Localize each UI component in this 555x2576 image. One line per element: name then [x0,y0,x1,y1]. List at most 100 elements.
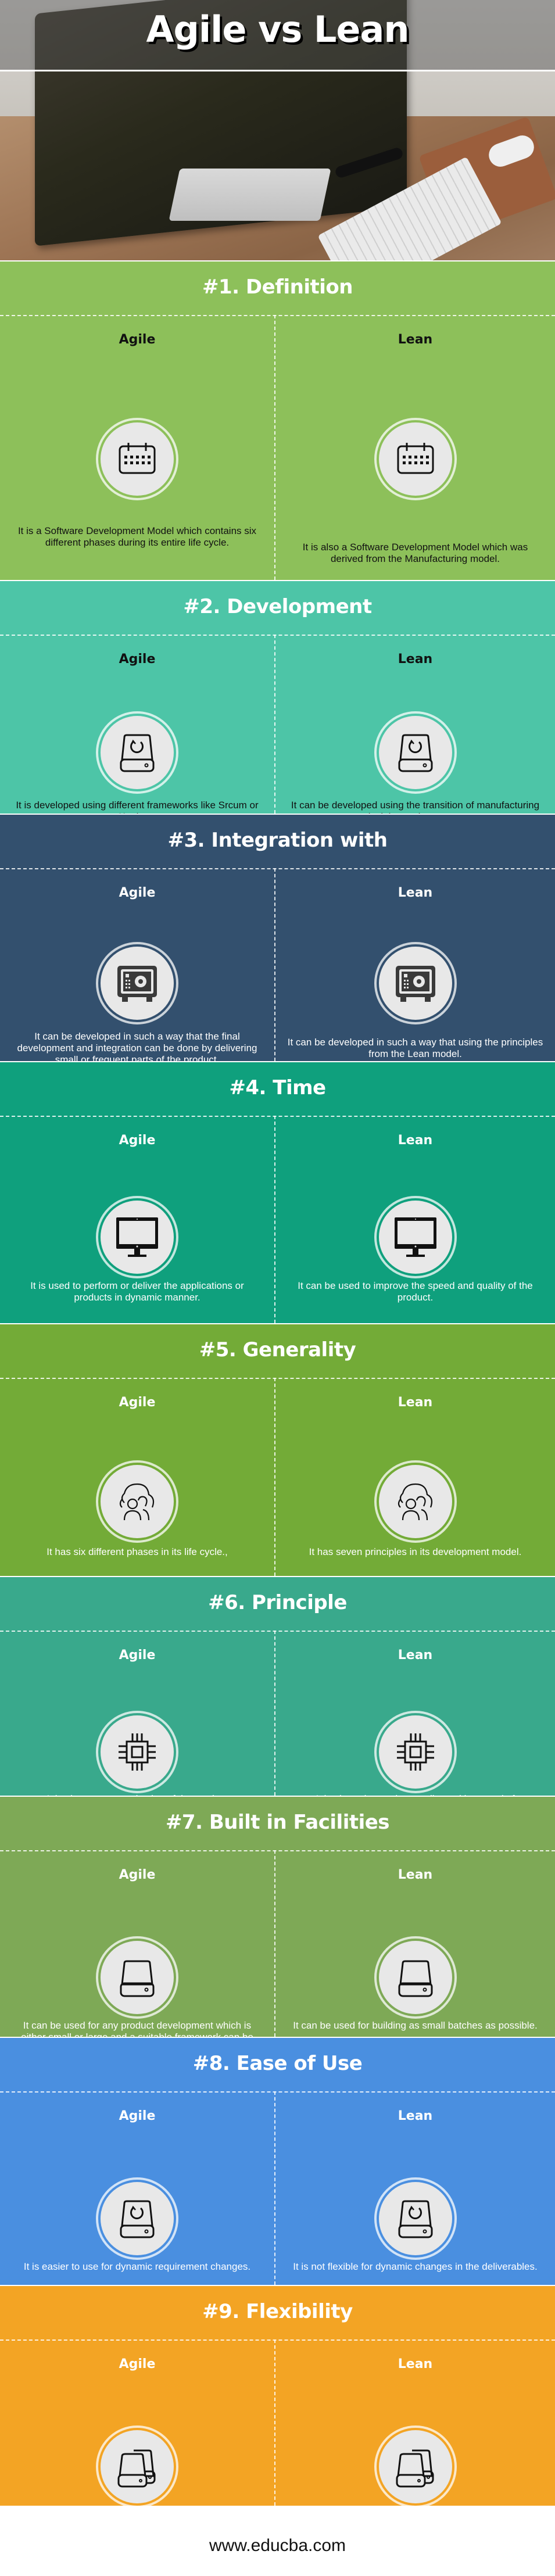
comparison-section-1: #1. Definition Agile It is a Software De… [0,260,555,580]
lean-label: Lean [398,652,433,667]
lean-icon-badge [374,1711,457,1793]
agile-label: Agile [119,332,156,347]
monitor-icon [394,1217,436,1257]
agile-description: It supports flexibility in different fra… [26,2509,248,2520]
hard-drive-icon [398,1960,432,1997]
agile-label: Agile [119,2109,156,2123]
comparison-sections: #1. Definition Agile It is a Software De… [0,260,555,2532]
footer-url[interactable]: www.educba.com [209,2536,346,2556]
agile-label: Agile [119,1868,156,1882]
agile-icon-badge [96,1711,178,1793]
hero-monitor-stand [169,169,331,221]
cloud-users-icon [119,1483,155,1521]
comparison-section-3: #3. Integration with Agile It can be dev… [0,814,555,1065]
lean-icon-badge [374,2177,457,2260]
section-columns: Agile It is easier to use for dynamic re… [0,2091,555,2285]
agile-label: Agile [119,652,156,667]
lean-label: Lean [398,2357,433,2371]
agile-label: Agile [119,1395,156,1410]
lean-column: Lean It can be used for building as smal… [275,1850,555,2037]
agile-column: Agile It is developed using different fr… [0,635,274,822]
agile-column: Agile It supports flexibility in differe… [0,2339,274,2520]
agile-icon-badge [96,418,178,500]
lean-column: Lean It is about the product quality and… [275,1631,555,1816]
safe-gear-icon [395,966,435,1002]
agile-column: Agile It is used to perform or deliver t… [0,1116,274,1323]
section-title: #8. Ease of Use [192,2052,363,2075]
drive-refresh-icon [398,734,432,772]
drive-refresh-icon [398,2200,432,2238]
section-columns: Agile It has six different phases in its… [0,1378,555,1576]
lean-description: It can be developed in such a way that u… [287,1037,543,1059]
comparison-section-7: #7. Built in Facilities Agile It can be … [0,1796,555,2054]
lean-column: Lean It supports in continuous inspectio… [275,2339,555,2532]
cloud-users-icon [398,1483,432,1521]
calendar-icon [119,443,156,474]
lean-label: Lean [398,1648,433,1663]
agile-icon-badge [96,2177,178,2260]
lean-label: Lean [398,332,433,347]
lean-icon-badge [374,1460,457,1543]
agile-description: It can be developed in such a way that t… [17,1031,257,1065]
agile-column: Agile It is a Software Development Model… [0,315,274,580]
section-title: #1. Definition [202,275,353,299]
lean-column: Lean It can be developed using the trans… [275,635,555,822]
drive-refresh-icon [120,2200,155,2238]
agile-label: Agile [119,1648,156,1663]
hero-banner: Agile vs Lean [0,0,555,260]
comparison-section-8: #8. Ease of Use Agile It is easier to us… [0,2037,555,2285]
agile-label: Agile [119,2357,156,2371]
section-columns: Agile It is a Software Development Model… [0,315,555,580]
agile-icon-badge [96,1196,178,1278]
section-columns: Agile It is used to perform or deliver t… [0,1116,555,1323]
lean-icon-badge [374,2425,457,2508]
section-columns: Agile It is about scope and value of the… [0,1631,555,1816]
calendar-icon [397,443,434,474]
lean-icon-badge [374,711,457,794]
comparison-section-2: #2. Development Agile It is developed us… [0,580,555,822]
agile-column: Agile It can be developed in such a way … [0,868,274,1065]
section-title: #9. Flexibility [202,2300,353,2323]
comparison-section-6: #6. Principle Agile It is about scope an… [0,1576,555,1816]
agile-column: Agile It can be used for any product dev… [0,1850,274,2054]
lean-description: It is also a Software Development Model … [302,542,528,564]
agile-column: Agile It is easier to use for dynamic re… [0,2091,274,2285]
section-columns: Agile It supports flexibility in differe… [0,2339,555,2532]
section-title: #6. Principle [208,1591,347,1614]
lean-description: It has seven principles in its developme… [309,1546,522,1557]
agile-icon-badge [96,711,178,794]
safe-gear-icon [117,966,157,1002]
lean-icon-badge [374,418,457,500]
agile-icon-badge [96,942,178,1024]
lean-description: It can be used to improve the speed and … [298,1280,533,1303]
lean-icon-badge [374,1936,457,2019]
lean-description: It can be used for building as small bat… [293,2020,538,2031]
section-title: #7. Built in Facilities [165,1811,390,1834]
agile-description: It is easier to use for dynamic requirem… [23,2261,251,2272]
lean-icon-badge [374,942,457,1024]
agile-column: Agile It is about scope and value of the… [0,1631,274,1804]
agile-column: Agile It has six different phases in its… [0,1378,274,1576]
lean-description: It is not flexible for dynamic changes i… [293,2261,538,2272]
lean-label: Lean [398,2109,433,2123]
lean-column: Lean It can be developed in such a way t… [275,868,555,1061]
section-columns: Agile It can be used for any product dev… [0,1850,555,2054]
agile-icon-badge [96,1460,178,1543]
comparison-section-9: #9. Flexibility Agile It supports flexib… [0,2285,555,2532]
agile-label: Agile [119,1133,156,1148]
section-title: #3. Integration with [167,829,388,852]
comparison-section-5: #5. Generality Agile It has six differen… [0,1323,555,1576]
chip-icon [396,1733,434,1771]
section-title: #5. Generality [199,1338,356,1362]
lean-column: Lean It is also a Software Development M… [275,315,555,580]
section-columns: Agile It is developed using different fr… [0,635,555,822]
section-title: #2. Development [183,595,372,618]
lean-label: Lean [398,1395,433,1410]
lean-label: Lean [398,1868,433,1882]
double-drive-icon [396,2449,434,2488]
agile-description: It is a Software Development Model which… [17,525,257,548]
page-title: Agile vs Lean [146,8,410,51]
lean-column: Lean It has seven principles in its deve… [275,1378,555,1576]
chip-icon [119,1733,156,1771]
section-title: #4. Time [229,1076,326,1099]
